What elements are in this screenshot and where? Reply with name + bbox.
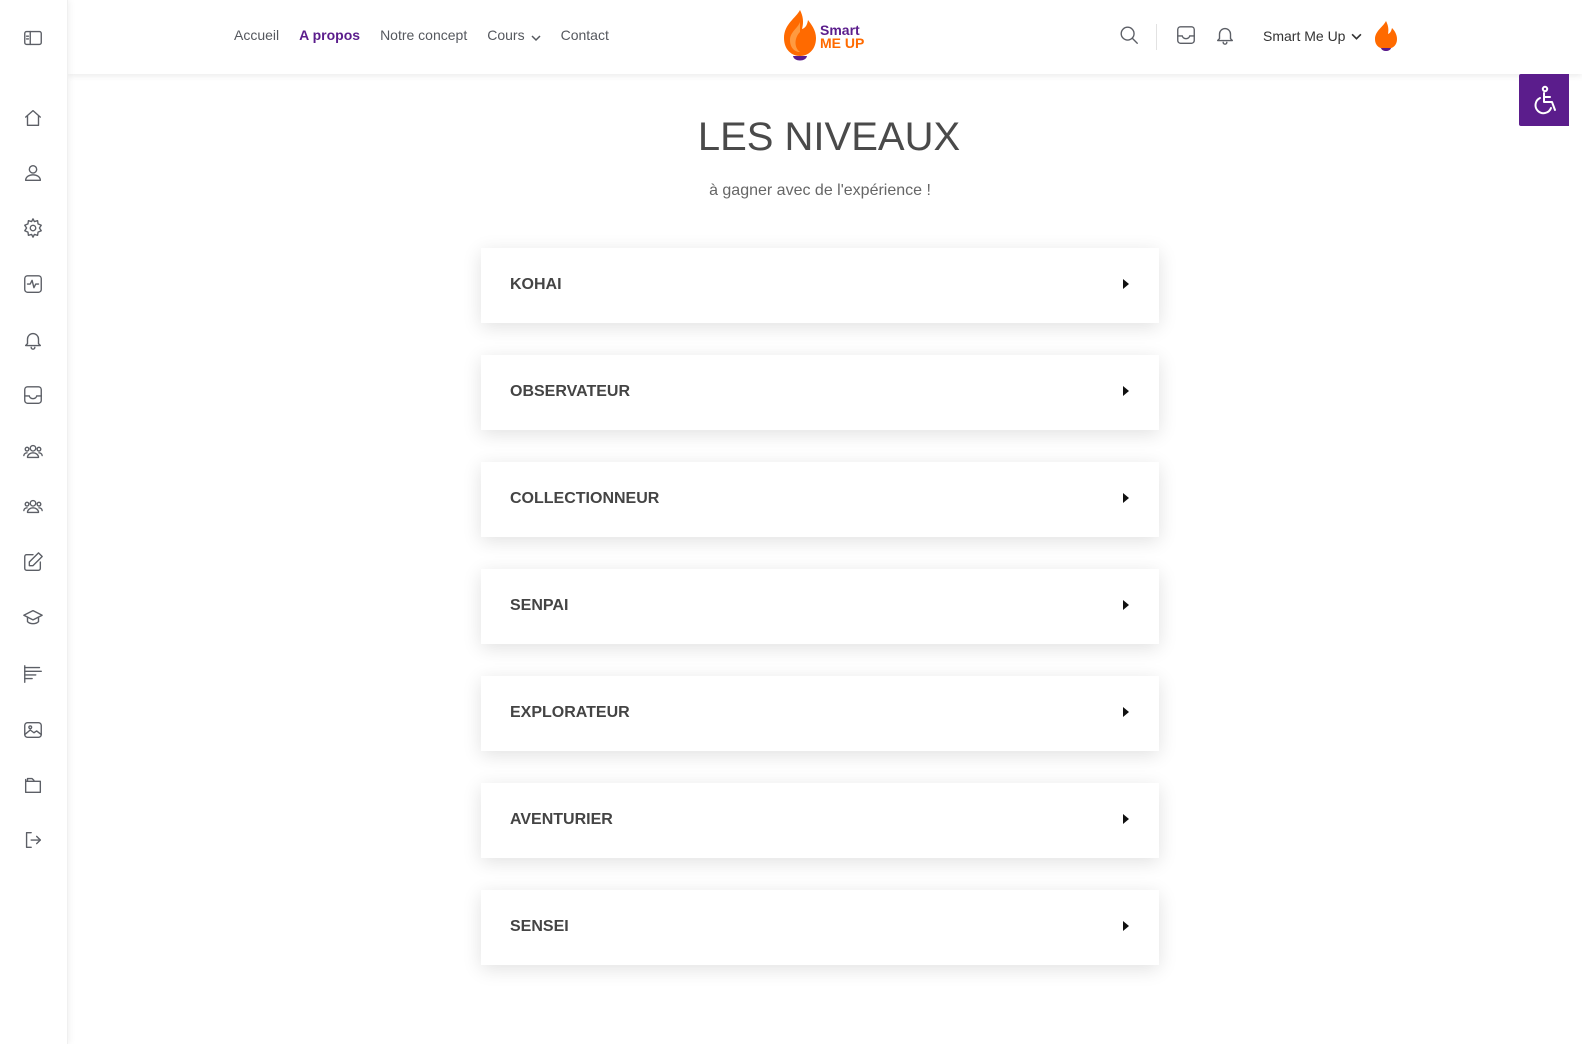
bell-icon[interactable]	[1214, 24, 1238, 48]
user-menu[interactable]: Smart Me Up	[1263, 28, 1362, 44]
search-icon[interactable]	[1118, 24, 1142, 48]
nav-a-propos[interactable]: A propos	[299, 27, 360, 43]
level-item-observateur[interactable]: OBSERVATEUR	[481, 355, 1159, 430]
folder-icon[interactable]	[21, 773, 45, 797]
level-item-collectionneur[interactable]: COLLECTIONNEUR	[481, 462, 1159, 537]
nav-accueil[interactable]: Accueil	[234, 27, 279, 43]
level-name: AVENTURIER	[510, 811, 613, 828]
groups-icon[interactable]	[21, 494, 45, 518]
level-name: SENSEI	[510, 918, 569, 935]
level-name: COLLECTIONNEUR	[510, 490, 660, 507]
user-icon[interactable]	[21, 161, 45, 185]
flame-avatar-icon	[1375, 21, 1397, 51]
graduation-icon[interactable]	[21, 606, 45, 630]
level-item-aventurier[interactable]: AVENTURIER	[481, 783, 1159, 858]
brand-wordmark: Smart ME UP	[820, 23, 865, 51]
caret-right-icon	[1123, 600, 1129, 610]
caret-right-icon	[1123, 707, 1129, 717]
caret-right-icon	[1123, 279, 1129, 289]
caret-right-icon	[1123, 921, 1129, 931]
gear-icon[interactable]	[21, 216, 45, 240]
sidebar	[0, 0, 68, 1044]
page-subtitle: à gagner avec de l'expérience !	[709, 182, 931, 199]
flame-logo-icon	[784, 10, 816, 61]
toolbar-divider	[1156, 24, 1157, 50]
main-nav: Accueil A propos Notre concept Cours Con…	[234, 27, 629, 43]
sidebar-toggle-icon[interactable]	[21, 26, 45, 50]
chevron-down-icon	[531, 30, 541, 42]
level-name: SENPAI	[510, 597, 569, 614]
level-item-explorateur[interactable]: EXPLORATEUR	[481, 676, 1159, 751]
caret-right-icon	[1123, 386, 1129, 396]
level-item-kohai[interactable]: KOHAI	[481, 248, 1159, 323]
inbox-icon[interactable]	[1175, 24, 1199, 48]
wheelchair-icon	[1534, 85, 1556, 115]
level-name: KOHAI	[510, 276, 562, 293]
level-item-senpai[interactable]: SENPAI	[481, 569, 1159, 644]
chevron-down-icon	[1351, 33, 1362, 40]
top-bar: Accueil A propos Notre concept Cours Con…	[68, 0, 1582, 74]
levels-accordion: KOHAI OBSERVATEUR COLLECTIONNEUR SENPAI …	[481, 248, 1159, 997]
forum-icon[interactable]	[21, 662, 45, 686]
home-icon[interactable]	[21, 106, 45, 130]
nav-notre-concept[interactable]: Notre concept	[380, 27, 467, 43]
inbox-icon[interactable]	[21, 383, 45, 407]
nav-contact[interactable]: Contact	[561, 27, 609, 43]
brand-line2: ME UP	[820, 35, 865, 51]
page-title: LES NIVEAUX	[697, 115, 961, 159]
level-item-sensei[interactable]: SENSEI	[481, 890, 1159, 965]
edit-icon[interactable]	[21, 550, 45, 574]
logout-icon[interactable]	[21, 828, 45, 852]
nav-cours-label: Cours	[487, 27, 525, 43]
photo-icon[interactable]	[21, 718, 45, 742]
level-name: OBSERVATEUR	[510, 383, 631, 400]
activity-icon[interactable]	[21, 272, 45, 296]
caret-right-icon	[1123, 493, 1129, 503]
level-name: EXPLORATEUR	[510, 704, 630, 721]
groups-icon[interactable]	[21, 439, 45, 463]
avatar[interactable]	[1372, 20, 1400, 52]
user-name: Smart Me Up	[1263, 28, 1346, 44]
caret-right-icon	[1123, 814, 1129, 824]
bell-icon[interactable]	[21, 328, 45, 352]
accessibility-button[interactable]	[1519, 74, 1569, 126]
nav-cours[interactable]: Cours	[487, 27, 541, 43]
